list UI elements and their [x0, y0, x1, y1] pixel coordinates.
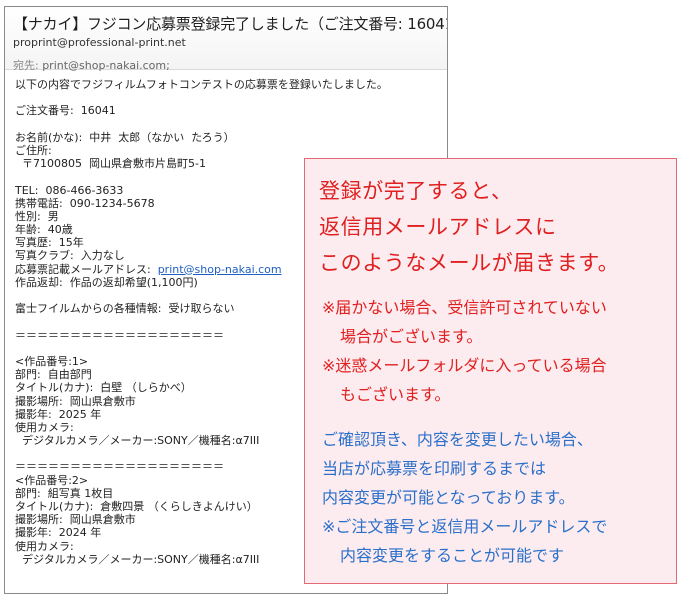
notice-info-2: 当店が応募票を印刷するまでは — [322, 459, 547, 478]
notice-info-5: 内容変更をすることが可能です — [340, 546, 565, 565]
order-number: ご注文番号: 16041 — [15, 104, 116, 118]
notice-callout: 登録が完了すると、 返信用メールアドレスに このようなメールが届きます。 ※届か… — [304, 158, 677, 584]
notice-headline-2: 返信用メールアドレスに — [319, 215, 557, 239]
email-recipient[interactable]: print@shop-nakai.com; — [42, 59, 170, 72]
notice-info-1: ご確認頂き、内容を変更したい場合、 — [322, 430, 593, 449]
notice-warning-1: ※届かない場合、受信許可されていない — [322, 298, 607, 317]
notice-info-3: 内容変更が可能となっております。 — [322, 488, 575, 507]
email-sender[interactable]: proprint@professional-print.net — [13, 36, 439, 49]
notice-headline-1: 登録が完了すると、 — [319, 179, 513, 203]
address-label: ご住所: — [15, 143, 52, 157]
notice-headline-3: このようなメールが届きます。 — [319, 251, 620, 275]
customer-name: お名前(かな): 中井 太郎（なかい たろう） — [15, 130, 235, 144]
entry-email-link[interactable]: print@shop-nakai.com — [158, 263, 282, 276]
body-intro: 以下の内容でフジフィルムフォトコンテストの応募票を登録いたしました。 — [15, 78, 388, 91]
email-subject: 【ナカイ】フジコン応募票登録完了しました（ご注文番号: 16041） — [13, 15, 448, 33]
notice-warning-2-cont: もございます。 — [340, 385, 451, 404]
recipient-label: 宛先: — [13, 59, 43, 72]
entry-email-label: 応募票記載メールアドレス: — [15, 262, 158, 276]
notice-info-4: ※ご注文番号と返信用メールアドレスで — [322, 517, 608, 536]
notice-warning-2: ※迷惑メールフォルダに入っている場合 — [322, 356, 607, 375]
email-header: 【ナカイ】フジコン応募票登録完了しました（ご注文番号: 16041） propr… — [5, 7, 448, 72]
notice-warning-1-cont: 場合がございます。 — [340, 327, 483, 346]
